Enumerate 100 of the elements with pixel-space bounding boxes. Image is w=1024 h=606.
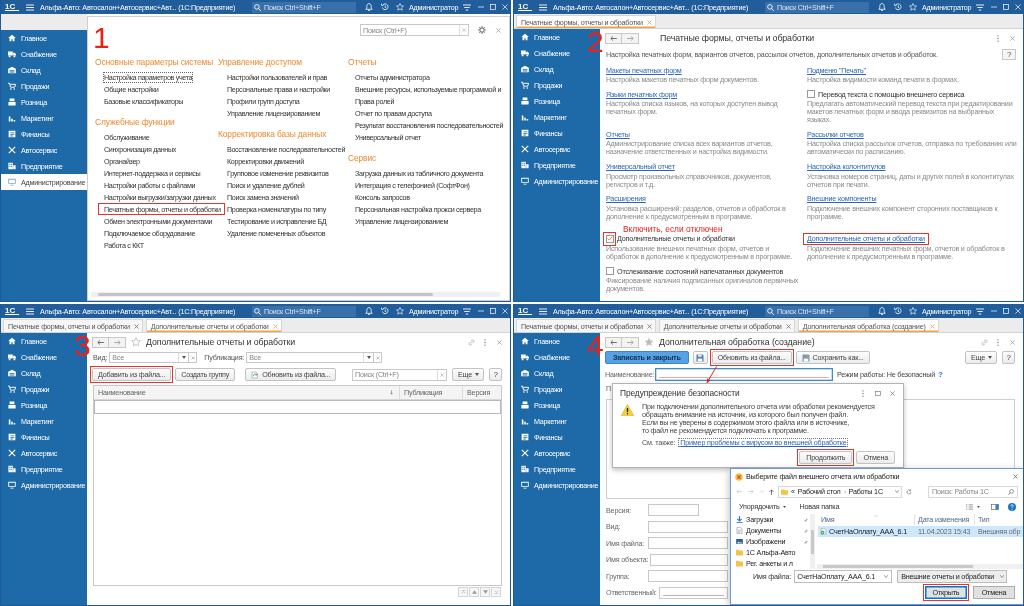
app-logo[interactable]: 1С [5,3,19,11]
step-number: 1 [93,23,110,53]
minimize-icon[interactable] [478,308,485,314]
dropdown-icon[interactable] [181,356,186,359]
scrollbar-thumb[interactable] [823,565,973,568]
double-down-icon [493,590,499,594]
close-icon[interactable] [646,323,652,329]
history-icon[interactable] [381,3,389,11]
menu-icon[interactable] [26,307,34,315]
preview-pane-icon[interactable] [991,503,999,510]
help-link[interactable]: ? [938,370,943,379]
dropdown-icon[interactable] [366,356,371,359]
link-icon[interactable] [468,338,475,346]
clear-icon[interactable] [462,28,466,32]
refresh-icon[interactable] [906,488,912,495]
close-icon[interactable] [1010,35,1015,41]
horizontal-scrollbar[interactable] [91,292,500,297]
vertical-scrollbar[interactable] [810,514,815,569]
input-field[interactable] [648,520,728,533]
input-field[interactable] [648,504,699,516]
lines-menu-icon[interactable] [463,307,472,315]
history-icon[interactable] [894,3,902,11]
name-field[interactable] [655,368,833,381]
lines-menu-icon[interactable] [976,307,985,315]
horizontal-scrollbar[interactable] [817,564,1023,569]
save-button[interactable] [692,351,708,364]
input-field[interactable] [648,570,728,582]
help-button[interactable]: ? [1002,351,1015,364]
maximize-icon[interactable] [875,390,881,396]
bell-icon[interactable] [878,307,886,315]
scroll-top-button[interactable] [458,587,468,597]
close-icon[interactable] [133,323,139,329]
scroll-down-button[interactable] [480,587,490,597]
scrollbar-thumb[interactable] [811,530,814,554]
document-icon [8,130,16,138]
forward-button[interactable] [109,336,126,348]
menu-icon[interactable] [539,307,547,315]
pin-icon[interactable] [804,528,808,533]
minimize-icon[interactable] [991,4,998,10]
building-icon [521,161,529,169]
lines-menu-icon[interactable] [976,3,985,11]
checkbox[interactable] [807,90,815,99]
help-button[interactable]: ? [489,368,502,381]
form-title: Дополнительные отчеты и обработки [146,337,296,347]
menu-icon[interactable] [539,3,547,11]
back-arrow-icon[interactable] [736,489,742,494]
input-field[interactable] [658,586,728,599]
app-logo[interactable]: 1С [518,307,532,315]
history-icon[interactable] [381,307,389,315]
view-options-icon[interactable] [966,503,973,510]
close-icon[interactable] [1013,474,1018,479]
up-arrow-icon[interactable] [769,488,774,495]
lines-menu-icon[interactable] [463,3,472,11]
document-icon [736,527,743,534]
star-icon[interactable] [644,337,654,347]
help-button[interactable]: ? [1002,49,1016,60]
table-row[interactable] [94,400,501,414]
link-icon[interactable] [981,338,988,346]
checkbox[interactable] [606,267,614,276]
forward-button[interactable] [622,32,639,44]
back-button[interactable] [605,32,622,44]
monitor-icon [521,177,529,185]
forward-button[interactable] [622,336,639,348]
back-button[interactable] [605,336,622,348]
settings-icon[interactable] [478,26,486,34]
truck-icon [8,50,16,58]
back-button[interactable] [92,336,109,348]
bell-icon[interactable] [365,307,373,315]
close-icon[interactable] [785,323,791,329]
close-icon[interactable] [496,27,501,33]
pin-icon[interactable] [804,517,808,522]
save-as-icon [801,353,810,362]
scroll-up-button[interactable] [469,587,479,597]
minimize-icon[interactable] [991,308,998,314]
menu-icon[interactable] [26,3,34,11]
help-icon[interactable] [1008,502,1016,511]
scroll-bottom-button[interactable] [491,587,501,597]
minimize-icon[interactable] [478,4,485,10]
bell-icon[interactable] [365,3,373,11]
caret-icon[interactable] [977,505,980,508]
input-field[interactable] [648,537,728,549]
section-heading: Корректировка базы данных [218,129,328,139]
app-logo[interactable]: 1С [5,307,19,315]
close-icon[interactable] [497,339,502,345]
bell-icon[interactable] [878,3,886,11]
input-field[interactable] [650,553,728,566]
scrollbar-thumb[interactable] [98,293,433,296]
forward-arrow-icon[interactable] [748,489,754,494]
truck-icon [521,49,529,57]
search-icon [1008,488,1014,495]
pin-icon[interactable] [804,539,808,544]
history-icon[interactable] [894,307,902,315]
close-icon[interactable] [890,390,895,396]
app-logo[interactable]: 1С [518,3,532,11]
close-icon[interactable] [1010,339,1015,345]
clear-icon[interactable] [439,372,444,377]
star-icon[interactable] [131,337,141,347]
chevron-down-icon[interactable] [895,490,899,493]
chevron-down-icon[interactable] [884,575,889,578]
search-icon [767,3,774,11]
